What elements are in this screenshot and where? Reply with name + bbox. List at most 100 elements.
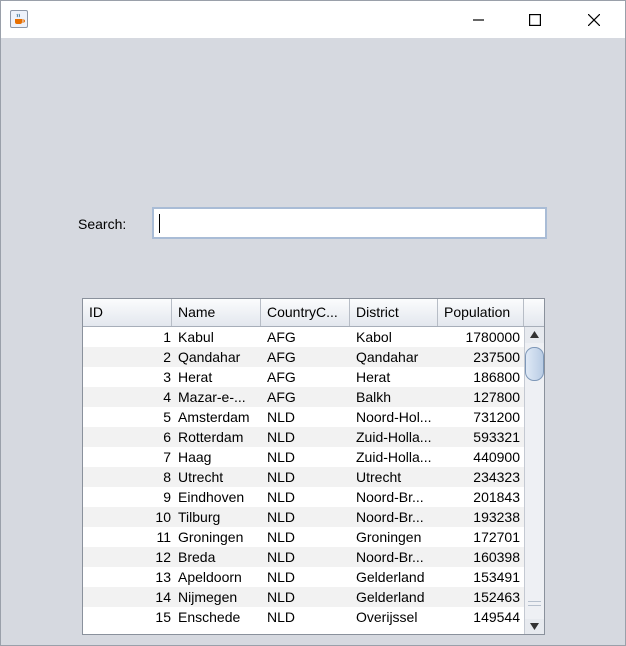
cell-population[interactable]: 172701 xyxy=(443,527,520,547)
cell-district[interactable]: Zuid-Holla... xyxy=(356,427,438,447)
cell-id[interactable]: 1 xyxy=(83,327,171,347)
cell-countrycode[interactable]: NLD xyxy=(267,467,349,487)
cell-population[interactable]: 731200 xyxy=(443,407,520,427)
table-row[interactable]: 6 Rotterdam NLD Zuid-Holla... 593321 xyxy=(83,427,524,447)
cell-id[interactable]: 7 xyxy=(83,447,171,467)
cell-population[interactable]: 1780000 xyxy=(443,327,520,347)
cell-id[interactable]: 9 xyxy=(83,487,171,507)
column-header-district[interactable]: District xyxy=(350,299,438,326)
cell-district[interactable]: Gelderland xyxy=(356,567,438,587)
cell-name[interactable]: Nijmegen xyxy=(178,587,260,607)
cell-id[interactable]: 15 xyxy=(83,607,171,627)
city-table[interactable]: ID Name CountryC... District Population … xyxy=(82,298,545,635)
cell-district[interactable]: Qandahar xyxy=(356,347,438,367)
cell-countrycode[interactable]: NLD xyxy=(267,587,349,607)
cell-id[interactable]: 10 xyxy=(83,507,171,527)
table-row[interactable]: 1 Kabul AFG Kabol 1780000 xyxy=(83,327,524,347)
cell-countrycode[interactable]: NLD xyxy=(267,507,349,527)
cell-population[interactable]: 237500 xyxy=(443,347,520,367)
cell-population[interactable]: 127800 xyxy=(443,387,520,407)
column-header-name[interactable]: Name xyxy=(172,299,261,326)
cell-id[interactable]: 8 xyxy=(83,467,171,487)
vertical-scrollbar[interactable] xyxy=(524,327,544,634)
cell-district[interactable]: Noord-Br... xyxy=(356,487,438,507)
maximize-button[interactable] xyxy=(512,1,558,38)
cell-district[interactable]: Groningen xyxy=(356,527,438,547)
table-row[interactable]: 8 Utrecht NLD Utrecht 234323 xyxy=(83,467,524,487)
cell-district[interactable]: Noord-Hol... xyxy=(356,407,438,427)
cell-district[interactable]: Gelderland xyxy=(356,587,438,607)
cell-population[interactable]: 186800 xyxy=(443,367,520,387)
table-row[interactable]: 2 Qandahar AFG Qandahar 237500 xyxy=(83,347,524,367)
cell-population[interactable]: 152463 xyxy=(443,587,520,607)
cell-district[interactable]: Noord-Br... xyxy=(356,507,438,527)
cell-name[interactable]: Rotterdam xyxy=(178,427,260,447)
cell-district[interactable]: Balkh xyxy=(356,387,438,407)
cell-name[interactable]: Eindhoven xyxy=(178,487,260,507)
cell-district[interactable]: Overijssel xyxy=(356,607,438,627)
table-row[interactable]: 5 Amsterdam NLD Noord-Hol... 731200 xyxy=(83,407,524,427)
search-field[interactable] xyxy=(152,207,547,239)
cell-name[interactable]: Apeldoorn xyxy=(178,567,260,587)
cell-district[interactable]: Noord-Br... xyxy=(356,547,438,567)
cell-id[interactable]: 6 xyxy=(83,427,171,447)
cell-district[interactable]: Zuid-Holla... xyxy=(356,447,438,467)
table-row[interactable]: 12 Breda NLD Noord-Br... 160398 xyxy=(83,547,524,567)
cell-name[interactable]: Herat xyxy=(178,367,260,387)
cell-name[interactable]: Tilburg xyxy=(178,507,260,527)
scroll-thumb[interactable] xyxy=(525,347,544,381)
column-header-countrycode[interactable]: CountryC... xyxy=(261,299,350,326)
minimize-button[interactable] xyxy=(456,1,502,38)
cell-name[interactable]: Groningen xyxy=(178,527,260,547)
column-header-population[interactable]: Population xyxy=(438,299,524,326)
table-row[interactable]: 10 Tilburg NLD Noord-Br... 193238 xyxy=(83,507,524,527)
cell-id[interactable]: 13 xyxy=(83,567,171,587)
cell-name[interactable]: Qandahar xyxy=(178,347,260,367)
cell-population[interactable]: 149544 xyxy=(443,607,520,627)
cell-population[interactable]: 201843 xyxy=(443,487,520,507)
table-row[interactable]: 14 Nijmegen NLD Gelderland 152463 xyxy=(83,587,524,607)
cell-id[interactable]: 3 xyxy=(83,367,171,387)
cell-countrycode[interactable]: AFG xyxy=(267,367,349,387)
cell-population[interactable]: 193238 xyxy=(443,507,520,527)
cell-name[interactable]: Mazar-e-... xyxy=(178,387,260,407)
cell-district[interactable]: Herat xyxy=(356,367,438,387)
cell-name[interactable]: Utrecht xyxy=(178,467,260,487)
cell-id[interactable]: 2 xyxy=(83,347,171,367)
cell-population[interactable]: 153491 xyxy=(443,567,520,587)
cell-id[interactable]: 4 xyxy=(83,387,171,407)
cell-id[interactable]: 14 xyxy=(83,587,171,607)
cell-countrycode[interactable]: AFG xyxy=(267,387,349,407)
cell-countrycode[interactable]: NLD xyxy=(267,567,349,587)
cell-name[interactable]: Enschede xyxy=(178,607,260,627)
cell-population[interactable]: 440900 xyxy=(443,447,520,467)
table-row[interactable]: 9 Eindhoven NLD Noord-Br... 201843 xyxy=(83,487,524,507)
close-button[interactable] xyxy=(571,1,617,38)
title-bar[interactable] xyxy=(1,1,625,38)
cell-countrycode[interactable]: NLD xyxy=(267,407,349,427)
table-row[interactable]: 15 Enschede NLD Overijssel 149544 xyxy=(83,607,524,627)
column-header-id[interactable]: ID xyxy=(83,299,172,326)
search-input[interactable] xyxy=(154,209,545,237)
cell-countrycode[interactable]: NLD xyxy=(267,487,349,507)
cell-population[interactable]: 160398 xyxy=(443,547,520,567)
table-row[interactable]: 7 Haag NLD Zuid-Holla... 440900 xyxy=(83,447,524,467)
table-row[interactable]: 4 Mazar-e-... AFG Balkh 127800 xyxy=(83,387,524,407)
cell-id[interactable]: 11 xyxy=(83,527,171,547)
cell-countrycode[interactable]: NLD xyxy=(267,547,349,567)
cell-countrycode[interactable]: NLD xyxy=(267,607,349,627)
cell-name[interactable]: Kabul xyxy=(178,327,260,347)
cell-id[interactable]: 12 xyxy=(83,547,171,567)
cell-district[interactable]: Kabol xyxy=(356,327,438,347)
cell-name[interactable]: Haag xyxy=(178,447,260,467)
cell-id[interactable]: 5 xyxy=(83,407,171,427)
cell-district[interactable]: Utrecht xyxy=(356,467,438,487)
cell-countrycode[interactable]: AFG xyxy=(267,347,349,367)
cell-population[interactable]: 593321 xyxy=(443,427,520,447)
cell-countrycode[interactable]: NLD xyxy=(267,427,349,447)
java-cup-icon[interactable] xyxy=(10,10,28,28)
table-row[interactable]: 13 Apeldoorn NLD Gelderland 153491 xyxy=(83,567,524,587)
cell-name[interactable]: Breda xyxy=(178,547,260,567)
cell-countrycode[interactable]: NLD xyxy=(267,447,349,467)
cell-population[interactable]: 234323 xyxy=(443,467,520,487)
